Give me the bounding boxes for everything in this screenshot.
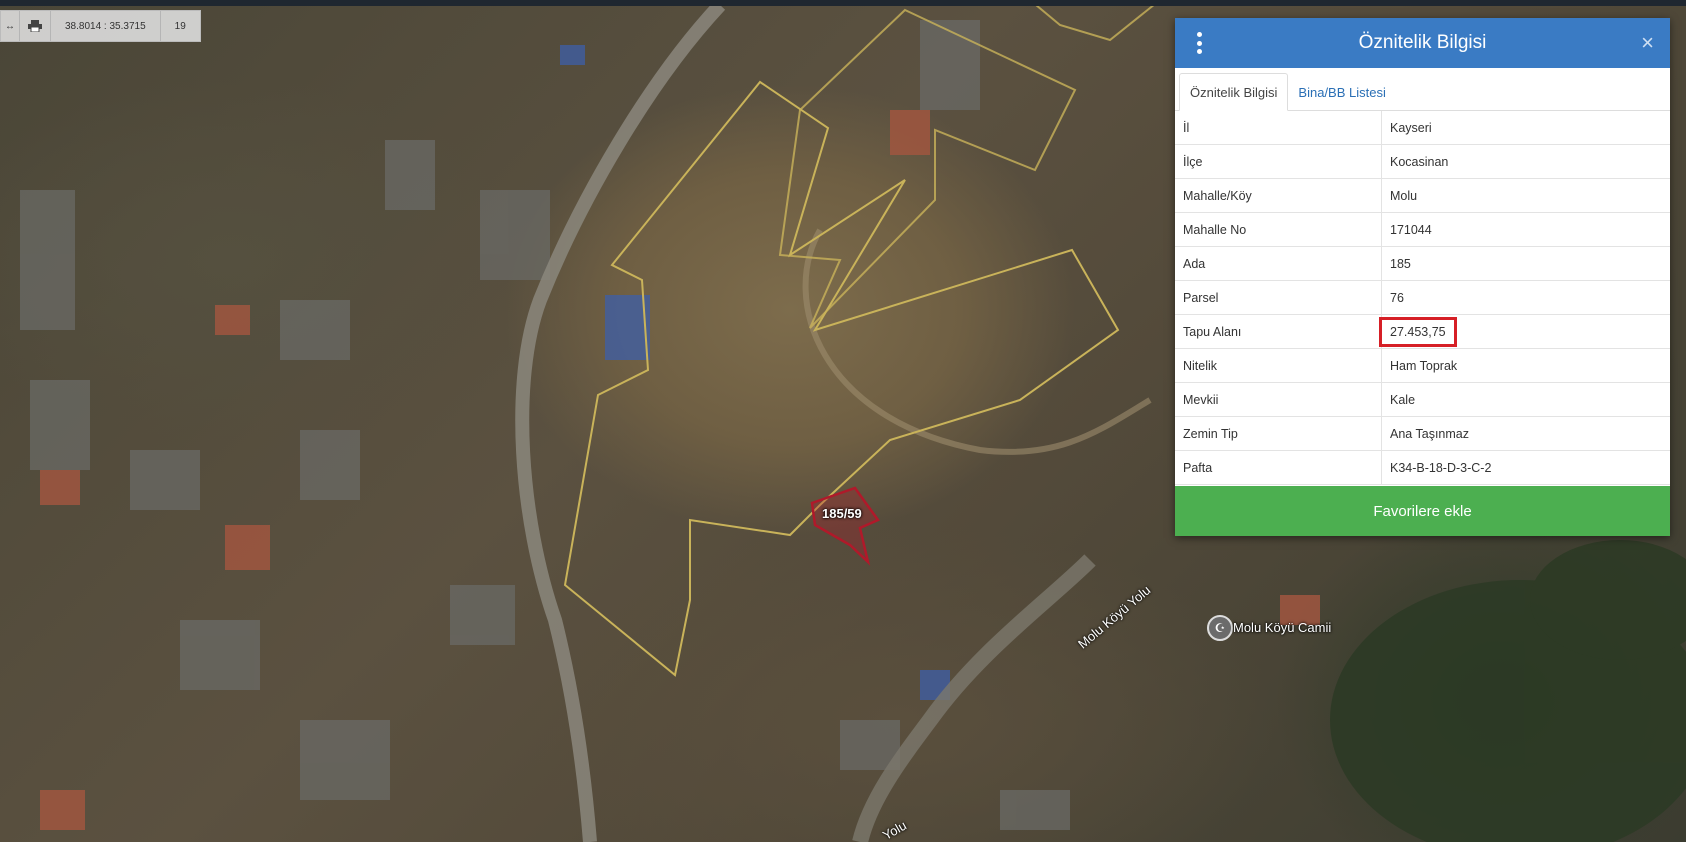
- highlighted-area-value: 27.453,75: [1379, 316, 1457, 347]
- row-value: Kocasinan: [1381, 144, 1670, 179]
- table-row: İlçe Kocasinan: [1175, 144, 1670, 179]
- row-value: Kale: [1381, 382, 1670, 417]
- row-key: Pafta: [1175, 450, 1382, 485]
- attribute-panel: Öznitelik Bilgisi × Öznitelik Bilgisi Bi…: [1175, 18, 1670, 536]
- row-key: Mevkii: [1175, 382, 1382, 417]
- row-key: Parsel: [1175, 280, 1382, 315]
- tab-attribute-info[interactable]: Öznitelik Bilgisi: [1179, 73, 1289, 111]
- close-icon[interactable]: ×: [1641, 30, 1654, 56]
- row-key: Mahalle/Köy: [1175, 178, 1382, 213]
- row-key: Nitelik: [1175, 348, 1382, 383]
- table-row: Nitelik Ham Toprak: [1175, 348, 1670, 383]
- mosque-icon[interactable]: ☪: [1207, 615, 1233, 641]
- row-key: Mahalle No: [1175, 212, 1382, 247]
- row-key: İlçe: [1175, 144, 1382, 179]
- top-strip: [0, 0, 1686, 6]
- row-value-cell: 27.453,75: [1379, 314, 1670, 349]
- row-key: Ada: [1175, 246, 1382, 281]
- attribute-table: İl Kayseri İlçe Kocasinan Mahalle/Köy Molu …: [1175, 111, 1670, 485]
- row-key: Tapu Alanı: [1175, 314, 1382, 349]
- tab-building-list[interactable]: Bina/BB Listesi: [1288, 74, 1395, 110]
- table-row: Pafta K34-B-18-D-3-C-2: [1175, 450, 1670, 485]
- add-favorites-button[interactable]: Favorilere ekle: [1175, 486, 1670, 536]
- row-key: Zemin Tip: [1175, 416, 1382, 451]
- kebab-menu-icon[interactable]: [1197, 32, 1203, 54]
- table-row: İl Kayseri: [1175, 111, 1670, 145]
- coordinate-readout: 38.8014 : 35.3715: [51, 11, 161, 41]
- panel-title: Öznitelik Bilgisi: [1358, 32, 1487, 53]
- row-value: Kayseri: [1381, 111, 1670, 145]
- table-row: Mahalle/Köy Molu: [1175, 178, 1670, 213]
- poi-label: Molu Köyü Camii: [1233, 620, 1332, 635]
- row-value: 185: [1381, 246, 1670, 281]
- table-row: Ada 185: [1175, 246, 1670, 281]
- row-value: K34-B-18-D-3-C-2: [1381, 450, 1670, 485]
- table-row: Tapu Alanı 27.453,75: [1175, 314, 1670, 349]
- table-row: Mahalle No 171044: [1175, 212, 1670, 247]
- print-icon[interactable]: [20, 11, 51, 41]
- table-row: Parsel 76: [1175, 280, 1670, 315]
- row-value: 76: [1381, 280, 1670, 315]
- zoom-level: 19: [174, 20, 186, 32]
- row-value: 171044: [1381, 212, 1670, 247]
- parcel-label: 185/59: [822, 506, 862, 521]
- row-value: Molu: [1381, 178, 1670, 213]
- row-value: Ham Toprak: [1381, 348, 1670, 383]
- panel-header: Öznitelik Bilgisi ×: [1175, 18, 1670, 68]
- arrow-icon[interactable]: ↔: [1, 11, 20, 41]
- map-toolbar: ↔ 38.8014 : 35.3715 19: [0, 10, 201, 42]
- row-key: İl: [1175, 111, 1382, 145]
- table-row: Zemin Tip Ana Taşınmaz: [1175, 416, 1670, 451]
- panel-tabs: Öznitelik Bilgisi Bina/BB Listesi: [1175, 68, 1670, 111]
- table-row: Mevkii Kale: [1175, 382, 1670, 417]
- row-value: Ana Taşınmaz: [1381, 416, 1670, 451]
